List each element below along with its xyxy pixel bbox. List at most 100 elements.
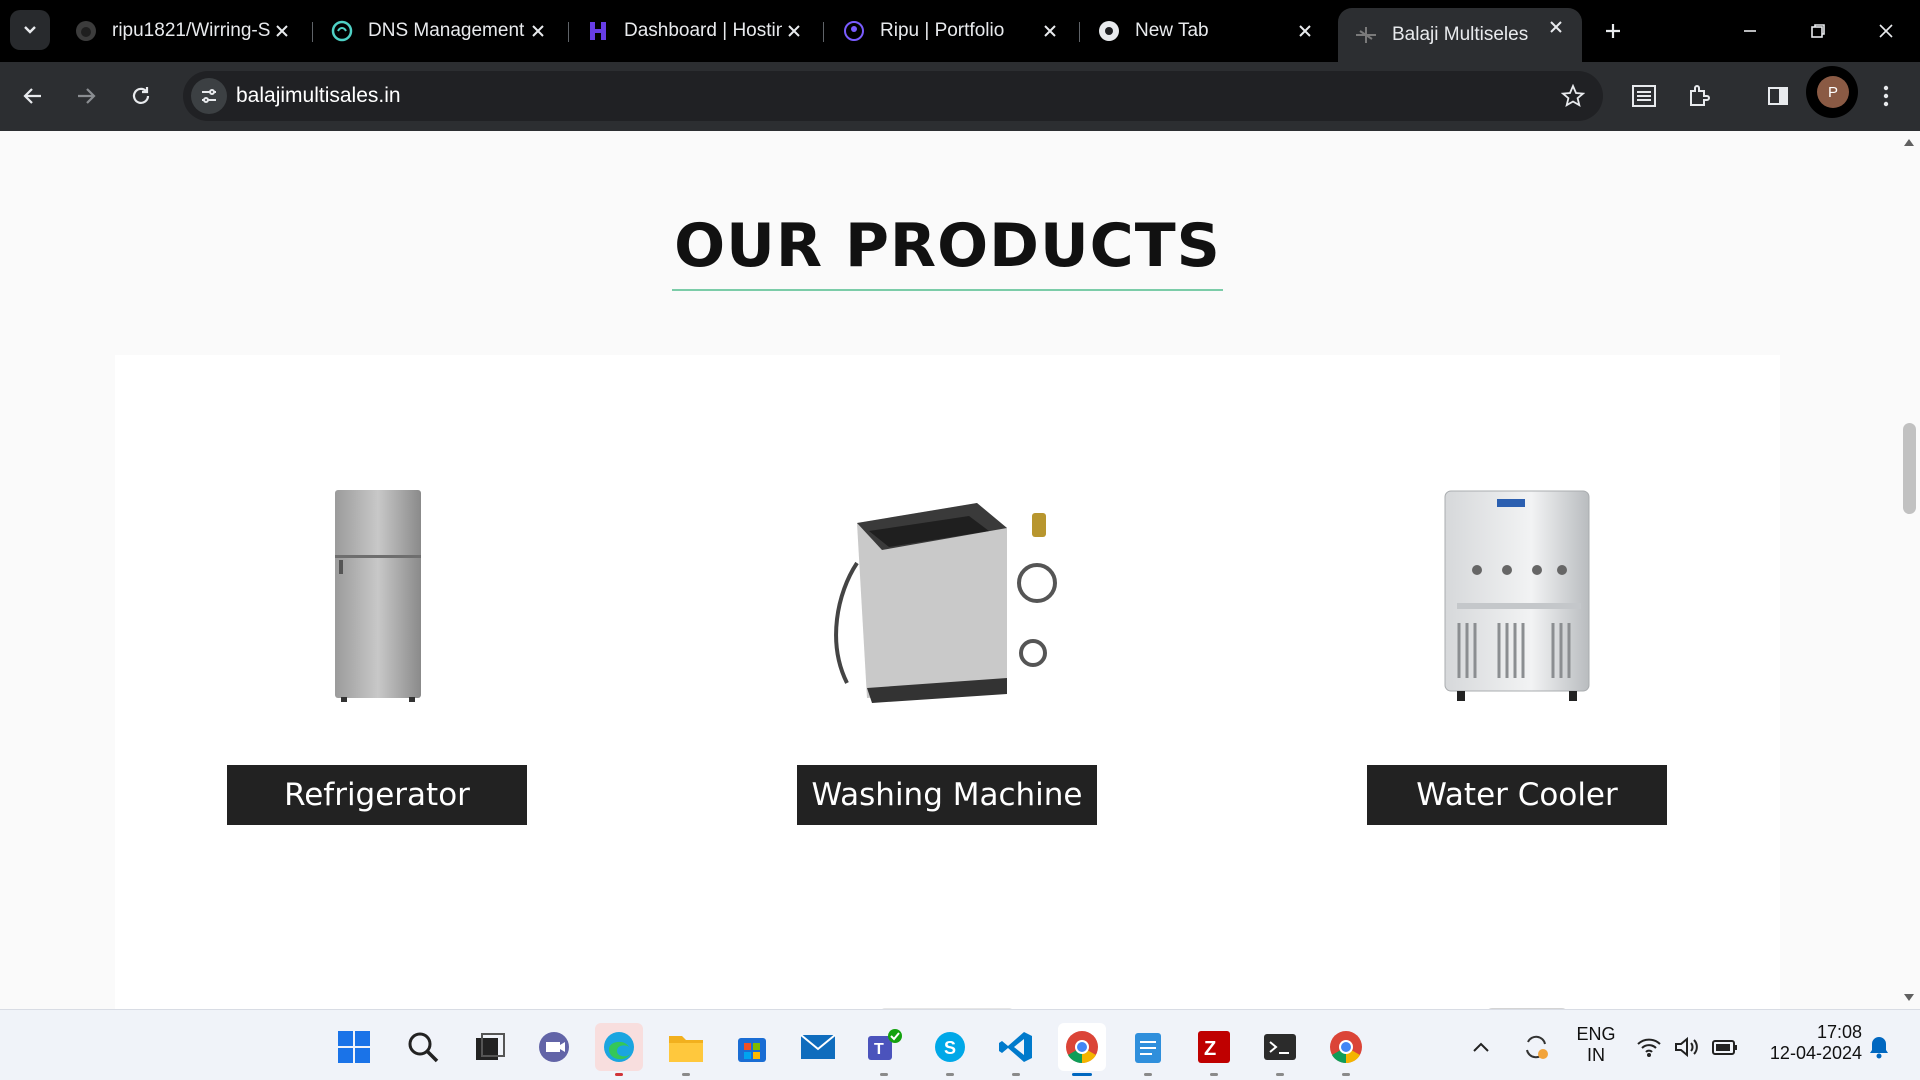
task-view-button[interactable] xyxy=(465,1023,513,1071)
tab-hostinger-dashboard[interactable]: Dashboard | Hostin xyxy=(570,12,820,50)
file-explorer-button[interactable] xyxy=(662,1023,710,1076)
reading-mode-button[interactable] xyxy=(1626,78,1662,114)
plus-icon xyxy=(1606,24,1620,38)
browser-chrome: ripu1821/Wirring-S DNS Management Dashbo… xyxy=(0,0,1920,131)
bookmark-star-button[interactable] xyxy=(1559,82,1587,110)
close-icon[interactable] xyxy=(270,19,294,43)
volume-button[interactable] xyxy=(1670,1023,1704,1071)
clock-date: 12-04-2024 xyxy=(1769,1043,1862,1063)
washing-machine-image[interactable] xyxy=(797,480,1097,710)
github-icon xyxy=(74,19,98,43)
water-cooler-image[interactable] xyxy=(1367,480,1667,710)
tab-search-button[interactable] xyxy=(10,10,50,50)
terminal-button[interactable] xyxy=(1256,1023,1304,1076)
running-indicator xyxy=(1210,1073,1218,1076)
close-icon[interactable] xyxy=(1293,19,1317,43)
skype-button[interactable]: S xyxy=(926,1023,974,1076)
address-bar[interactable]: balajimultisales.in xyxy=(183,71,1603,121)
running-indicator xyxy=(946,1073,954,1076)
product-label[interactable]: Refrigerator xyxy=(227,765,527,825)
battery-button[interactable] xyxy=(1708,1023,1742,1071)
back-button[interactable] xyxy=(15,78,51,114)
chrome-icon xyxy=(1066,1031,1098,1064)
task-view-icon xyxy=(476,1033,505,1060)
tab-dns-management[interactable]: DNS Management xyxy=(314,12,564,50)
wifi-button[interactable] xyxy=(1632,1023,1666,1071)
products-panel: Refrigerator Washing Machine Water Coole… xyxy=(115,355,1780,1009)
running-indicator xyxy=(615,1073,623,1076)
close-icon[interactable] xyxy=(1544,15,1568,39)
notepad-button[interactable] xyxy=(1124,1023,1172,1076)
running-indicator xyxy=(1072,1073,1092,1076)
close-icon[interactable] xyxy=(1038,19,1062,43)
tab-separator xyxy=(1079,22,1080,42)
chat-app-button[interactable] xyxy=(530,1023,578,1071)
store-icon xyxy=(738,1038,766,1062)
vscode-button[interactable] xyxy=(992,1023,1040,1076)
start-button[interactable] xyxy=(330,1023,378,1071)
tab-balaji-multisales[interactable]: Balaji Multiseles xyxy=(1338,8,1582,62)
side-panel-button[interactable] xyxy=(1760,78,1796,114)
extensions-button[interactable] xyxy=(1681,78,1717,114)
edge-button[interactable] xyxy=(595,1023,643,1076)
arrow-right-icon xyxy=(78,88,96,104)
arrow-left-icon xyxy=(23,88,41,104)
running-indicator xyxy=(1012,1073,1020,1076)
region-code: IN xyxy=(1587,1045,1605,1065)
chrome-profile-button[interactable] xyxy=(1322,1023,1370,1076)
scroll-down-arrow[interactable] xyxy=(1904,994,1914,1001)
store-button[interactable] xyxy=(728,1023,776,1071)
scroll-up-arrow[interactable] xyxy=(1904,139,1914,146)
tab-title: New Tab xyxy=(1135,20,1209,41)
tune-icon xyxy=(202,89,216,103)
site-info-button[interactable] xyxy=(191,78,227,114)
close-icon[interactable] xyxy=(526,19,550,43)
battery-icon xyxy=(1712,1040,1737,1055)
tab-new-tab[interactable]: New Tab xyxy=(1081,12,1331,50)
product-label[interactable]: Washing Machine xyxy=(797,765,1097,825)
forward-button[interactable] xyxy=(68,78,104,114)
folder-icon xyxy=(669,1036,703,1062)
restore-button[interactable] xyxy=(1784,0,1852,62)
sync-status-button[interactable] xyxy=(1516,1023,1556,1071)
tab-title: DNS Management xyxy=(368,20,525,41)
product-label[interactable]: Water Cooler xyxy=(1367,765,1667,825)
site-icon xyxy=(1354,23,1378,47)
teams-icon: T xyxy=(868,1029,902,1060)
bell-icon xyxy=(1870,1037,1888,1059)
filezilla-button[interactable]: Z xyxy=(1190,1023,1238,1076)
reload-button[interactable] xyxy=(123,78,159,114)
minimize-button[interactable] xyxy=(1716,0,1784,62)
chat-icon xyxy=(539,1032,569,1062)
page-scrollbar[interactable] xyxy=(1899,131,1920,1009)
teams-button[interactable]: T xyxy=(860,1023,908,1076)
notifications-button[interactable] xyxy=(1864,1023,1894,1071)
tab-portfolio[interactable]: Ripu | Portfolio xyxy=(826,12,1076,50)
wifi-icon xyxy=(1637,1038,1661,1057)
new-tab-button[interactable] xyxy=(1596,14,1630,48)
close-icon[interactable] xyxy=(782,19,806,43)
mail-button[interactable] xyxy=(794,1023,842,1071)
tray-overflow-button[interactable] xyxy=(1466,1023,1496,1071)
side-panel-icon xyxy=(1768,87,1788,105)
language-indicator[interactable]: ENG IN xyxy=(1572,1024,1620,1066)
search-icon xyxy=(408,1032,439,1063)
kebab-menu-icon xyxy=(1883,85,1889,107)
sync-icon xyxy=(1526,1035,1548,1059)
close-window-button[interactable] xyxy=(1852,0,1920,62)
terminal-icon xyxy=(1264,1034,1296,1060)
menu-button[interactable] xyxy=(1868,78,1904,114)
web-page: OUR PRODUCTS Refrigerator Washing Machin… xyxy=(0,131,1899,1009)
scroll-thumb[interactable] xyxy=(1903,423,1916,514)
search-button[interactable] xyxy=(399,1023,447,1071)
profile-avatar[interactable]: P xyxy=(1817,76,1849,108)
url-text[interactable]: balajimultisales.in xyxy=(236,84,401,108)
tab-github[interactable]: ripu1821/Wirring-S xyxy=(58,12,308,50)
clock[interactable]: 17:08 12-04-2024 xyxy=(1752,1022,1862,1064)
running-indicator xyxy=(1342,1073,1350,1076)
mobile-phones-image[interactable] xyxy=(1367,1001,1667,1009)
air-cooler-image[interactable] xyxy=(797,1001,1097,1009)
chrome-button[interactable] xyxy=(1058,1023,1106,1076)
refrigerator-image[interactable] xyxy=(227,480,527,710)
browser-toolbar: balajimultisales.in xyxy=(0,62,1920,131)
